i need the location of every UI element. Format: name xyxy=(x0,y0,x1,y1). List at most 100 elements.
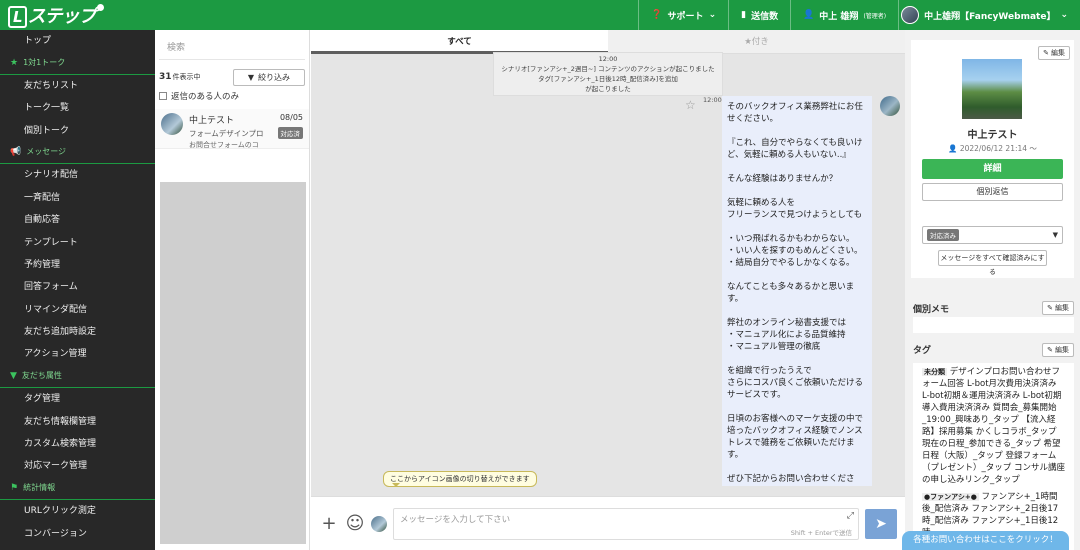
message-paragraph: 気軽に頼める人を フリーランスで見つけようとしても xyxy=(727,198,863,220)
friend-list-panel: 検索 31 件表示中 ▼ 絞り込み 返信のある人のみ 中上テスト 08/05 フォー… xyxy=(155,30,310,550)
memo-label: 個別メモ xyxy=(913,305,950,315)
edit-icon: ✎ xyxy=(1043,49,1049,57)
account-avatar xyxy=(901,6,920,24)
friend-avatar xyxy=(161,113,183,135)
support-menu[interactable]: ❓ サポート ⌄ xyxy=(638,0,728,30)
filter-button[interactable]: ▼ 絞り込み xyxy=(232,68,305,86)
message-paragraph: ・いつ飛ばれるかもわからない。 ・いい人を探すのもめんどくさい。 ・結局自分でや… xyxy=(727,234,863,268)
sidebar-item-12[interactable]: リマインダ配信 xyxy=(0,299,155,321)
sidebar-section-1: ★ 1対1トーク xyxy=(0,52,155,75)
status-badge: 対応済 xyxy=(277,127,303,139)
memo-edit-button[interactable]: ✎ 編集 xyxy=(1042,301,1074,315)
star-icon[interactable]: ☆ xyxy=(685,98,696,112)
profile-card: ✎ 編集 中上テスト 👤 2022/06/12 21:14 〜 詳細 個別返信 対… xyxy=(911,40,1074,278)
sidebar-item-8[interactable]: 自動応答 xyxy=(0,209,155,231)
profile-photo xyxy=(962,59,1022,119)
plus-icon[interactable]: + xyxy=(319,513,339,534)
sidebar-item-2[interactable]: 友だちリスト xyxy=(0,75,155,97)
sidebar-item-7[interactable]: 一斉配信 xyxy=(0,187,155,209)
message-paragraph: そんな経験はありませんか？ xyxy=(727,174,838,184)
friend-count-label: 件表示中 xyxy=(172,73,201,81)
sidebar-item-21[interactable]: URLクリック測定 xyxy=(0,500,155,522)
sidebar-item-19[interactable]: 対応マーク管理 xyxy=(0,455,155,477)
sidebar-item-14[interactable]: アクション管理 xyxy=(0,343,155,365)
sidebar-item-10[interactable]: 予約管理 xyxy=(0,254,155,276)
app-logo[interactable]: L ステップ xyxy=(8,2,104,28)
sidebar-item-17[interactable]: 友だち情報欄管理 xyxy=(0,411,155,433)
message-time: 12:00 xyxy=(703,96,722,104)
search-input[interactable]: 検索 xyxy=(159,30,305,60)
status-select[interactable]: 対応済み ▼ xyxy=(922,226,1063,244)
sender-icon-switch[interactable] xyxy=(371,515,387,532)
message-composer: + ☺ メッセージを入力して下さい ⤢ Shift + Enterで送信 ➤ xyxy=(311,496,905,550)
sidebar-item-11[interactable]: 回答フォーム xyxy=(0,276,155,298)
sidebar-item-9[interactable]: テンプレート xyxy=(0,232,155,254)
unreplied-checkbox[interactable] xyxy=(159,92,167,100)
sidebar-section-20: ⚑ 統計情報 xyxy=(0,478,155,501)
edit-icon: ✎ xyxy=(1047,346,1053,354)
profile-panel: ✎ 編集 中上テスト 👤 2022/06/12 21:14 〜 詳細 個別返信 対… xyxy=(905,30,1080,550)
sidebar-section-15: ▼ 友だち属性 xyxy=(0,366,155,389)
friend-date: 08/05 xyxy=(279,113,303,122)
tag-group-badge: 未分類 xyxy=(922,368,947,376)
sidebar-item-16[interactable]: タグ管理 xyxy=(0,388,155,410)
filter-icon: ▼ xyxy=(247,72,254,82)
question-icon: ❓ xyxy=(651,10,663,20)
tag-list: 未分類 デザインプロお問い合わせフォーム回答 L-bot月次費用決済済み L-b… xyxy=(913,363,1074,550)
message-paragraph: 弊社のオンライン秘書支援では ・マニュアル化による品質維持 ・マニュアル管理の徹… xyxy=(727,318,847,352)
message-paragraph: そのバックオフィス業務弊社にお任せください。 xyxy=(727,102,863,124)
sidebar-item-22[interactable]: コンバージョン xyxy=(0,523,155,545)
profile-name: 中上テスト xyxy=(967,130,1018,141)
message-paragraph: 『これ、自分でやらなくても良いけど、気軽に頼める人もいない..』 xyxy=(727,138,863,160)
profile-edit-button[interactable]: ✎ 編集 xyxy=(1038,46,1070,60)
message-paragraph: 日頃のお客様へのマーケ支援の中で培ったバックオフィス経験でノンストレスで雑務をご… xyxy=(727,414,864,460)
section-icon: ⚑ xyxy=(10,483,19,494)
contact-cta-button[interactable]: 各種お問い合わせはここをクリック！ xyxy=(902,531,1069,550)
message-paragraph: ぜひ下記からお問い合わせください。 ▼ xyxy=(727,474,855,484)
profile-date: 👤 2022/06/12 21:14 〜 xyxy=(948,144,1037,153)
individual-reply-button[interactable]: 個別返信 xyxy=(922,183,1063,201)
section-icon: 📢 xyxy=(10,147,22,158)
unreplied-filter[interactable]: 返信のある人のみ xyxy=(155,88,309,104)
friend-subtitle: フォームデザインプロ xyxy=(189,128,264,138)
mark-all-read-button[interactable]: メッセージをすべて確認済みにする xyxy=(938,250,1047,276)
send-count-button[interactable]: ▮ 送信数 xyxy=(728,0,790,30)
caret-down-icon: ▼ xyxy=(1052,231,1058,239)
bar-chart-icon: ▮ xyxy=(741,10,747,20)
sidebar-item-0[interactable]: トップ xyxy=(0,30,155,52)
friend-list-item[interactable]: 中上テスト 08/05 フォームデザインプロ 対応済 お問合せフォームのコ xyxy=(155,109,309,149)
friend-count: 31 xyxy=(159,72,172,82)
expand-icon[interactable]: ⤢ xyxy=(847,511,854,521)
tag-group-text: デザインプロお問い合わせフォーム回答 L-bot月次費用決済済み L-bot初期… xyxy=(922,367,1065,485)
user-menu[interactable]: 👤 中上 雄翔 (管理者) xyxy=(790,0,898,30)
tag-group-badge: ●ファンアシ+● xyxy=(922,493,979,501)
tab-starred[interactable]: ★付き xyxy=(608,30,905,54)
emoji-icon[interactable]: ☺ xyxy=(345,513,365,534)
sidebar-item-18[interactable]: カスタム検索管理 xyxy=(0,433,155,455)
sender-avatar xyxy=(880,96,900,116)
message-input[interactable]: メッセージを入力して下さい ⤢ Shift + Enterで送信 xyxy=(393,507,859,540)
friend-name: 中上テスト xyxy=(189,116,235,126)
status-value: 対応済み xyxy=(927,229,959,241)
send-button[interactable]: ➤ xyxy=(865,508,897,539)
friend-preview: お問合せフォームのコ xyxy=(189,141,259,149)
user-icon: 👤 xyxy=(803,10,815,20)
message-paragraph: を組織で行ったうえで さらにコスパ良くご依頼いただけるサービスです。 xyxy=(727,366,864,400)
sidebar-item-3[interactable]: トーク一覧 xyxy=(0,97,155,119)
sidebar-item-6[interactable]: シナリオ配信 xyxy=(0,164,155,186)
tag-edit-button[interactable]: ✎ 編集 xyxy=(1042,343,1074,357)
detail-button[interactable]: 詳細 xyxy=(922,159,1063,179)
section-icon: ★ xyxy=(10,57,19,68)
chevron-down-icon: ⌄ xyxy=(708,10,717,20)
edit-icon: ✎ xyxy=(1047,304,1053,312)
account-menu[interactable]: 中上雄翔【FancyWebmate】 ⌄ xyxy=(898,0,1080,30)
sidebar-item-13[interactable]: 友だち追加時設定 xyxy=(0,321,155,343)
sidebar-nav: トップ ★ 1対1トーク 友だちリスト トーク一覧 個別トーク 📢 メッセージ シナリオ配信 一斉… xyxy=(0,30,155,550)
message-bubble: そのバックオフィス業務弊社にお任せください。 『これ、自分でやらなくても良いけど、… xyxy=(722,96,872,486)
user-icon: 👤 xyxy=(948,144,960,153)
top-header: L ステップ ❓ サポート ⌄ ▮ 送信数 👤 中上 雄翔 (管理者) 中上雄翔【Fancy… xyxy=(0,0,1080,30)
empty-list-area xyxy=(160,182,306,544)
sidebar-section-5: 📢 メッセージ xyxy=(0,142,155,165)
sidebar-item-4[interactable]: 個別トーク xyxy=(0,120,155,142)
tab-all[interactable]: すべて xyxy=(311,30,608,54)
